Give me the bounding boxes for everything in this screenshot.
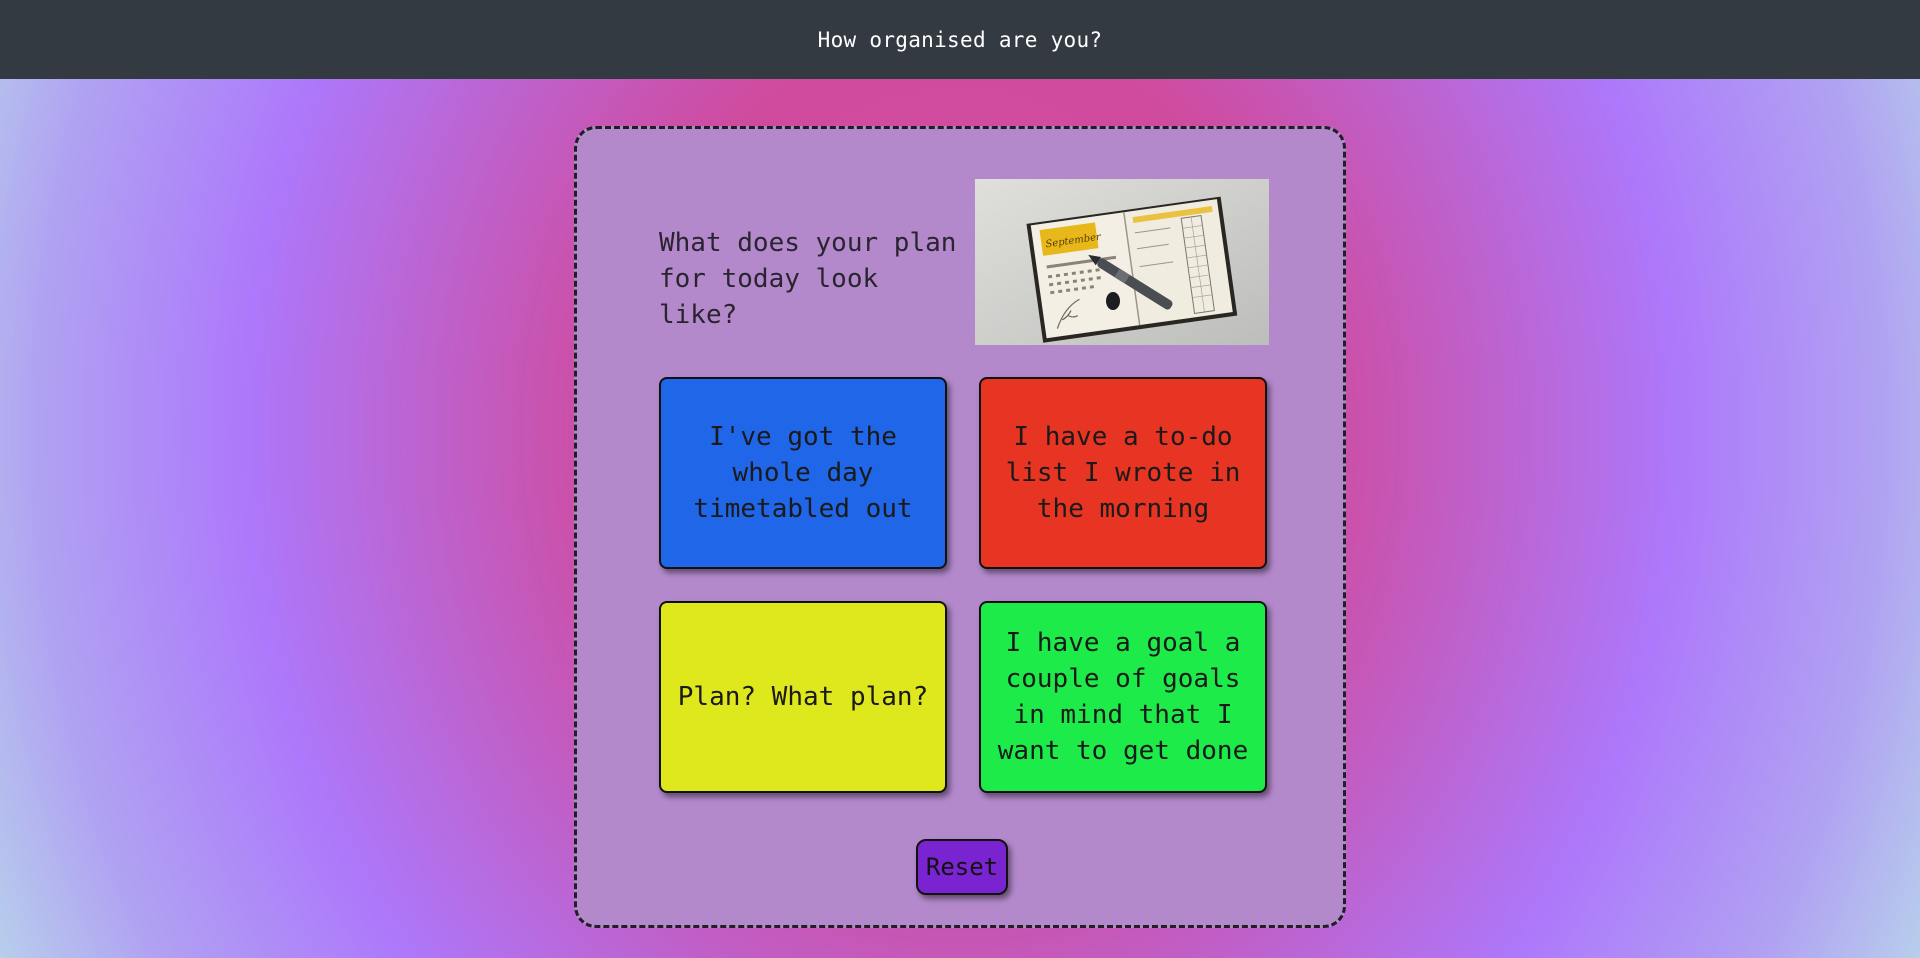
- answer-no-plan-button[interactable]: Plan? What plan?: [659, 601, 947, 793]
- page-title: How organised are you?: [817, 27, 1103, 52]
- answer-todo-list-button[interactable]: I have a to-do list I wrote in the morni…: [979, 377, 1267, 569]
- answer-goals-button[interactable]: I have a goal a couple of goals in mind …: [979, 601, 1267, 793]
- reset-button[interactable]: Reset: [916, 839, 1008, 895]
- question-image: September: [975, 179, 1269, 345]
- question-text: What does your plan for today look like?: [659, 228, 957, 330]
- answer-timetabled-button[interactable]: I've got the whole day timetabled out: [659, 377, 947, 569]
- top-bar: How organised are you?: [0, 0, 1920, 79]
- quiz-card: What does your plan for today look like?…: [574, 126, 1346, 928]
